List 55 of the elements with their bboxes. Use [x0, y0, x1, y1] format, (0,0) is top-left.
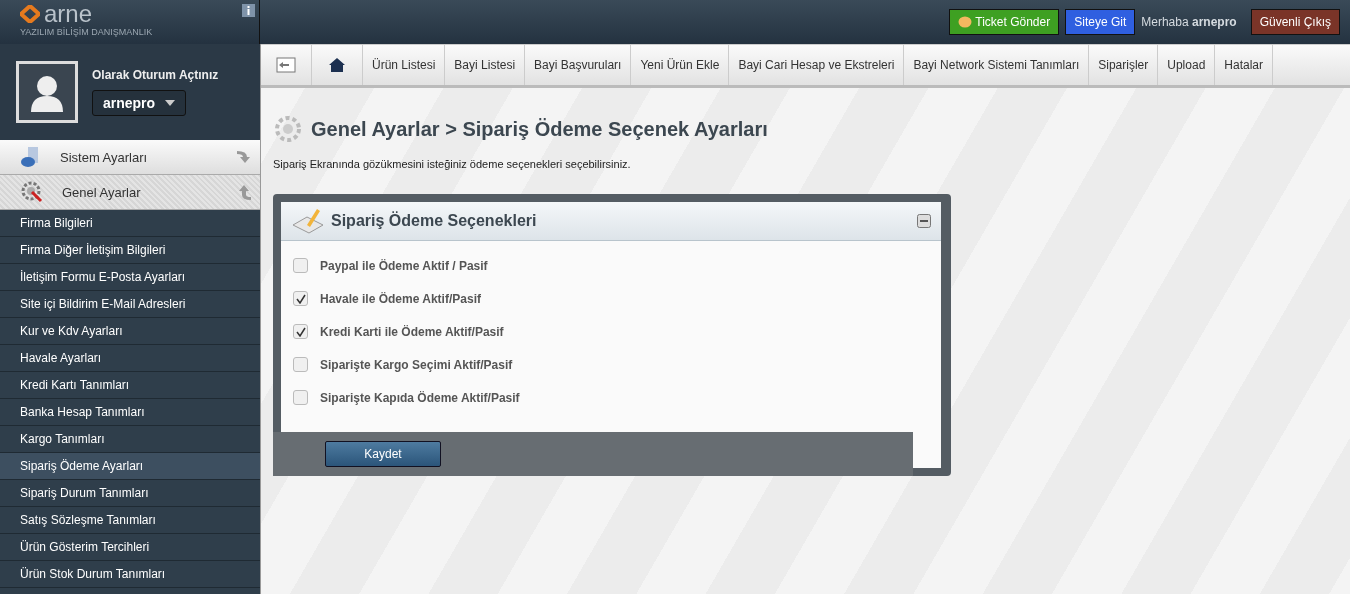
sidebar-item[interactable]: İletişim Formu E-Posta Ayarları — [0, 264, 260, 291]
option-label: Siparişte Kargo Seçimi Aktif/Pasif — [320, 357, 513, 372]
sidebar-item[interactable]: Firma Diğer İletişim Bilgileri — [0, 237, 260, 264]
back-icon[interactable] — [276, 57, 296, 73]
collapse-icon[interactable] — [917, 214, 931, 228]
checkbox[interactable] — [293, 357, 308, 372]
toolbar-tab[interactable]: Siparişler — [1089, 45, 1159, 85]
toolbar-tab[interactable]: Bayi Listesi — [445, 45, 526, 85]
sidebar-item[interactable]: Kredi Kartı Tanımları — [0, 372, 260, 399]
speech-bubble-icon — [958, 15, 973, 29]
sidebar-item[interactable]: Kur ve Kdv Ayarları — [0, 318, 260, 345]
option-label: Siparişte Kapıda Ödeme Aktif/Pasif — [320, 390, 520, 405]
toolbar-tab[interactable]: Ürün Listesi — [363, 45, 446, 85]
sidebar-item[interactable]: Ürün Stok Durum Tanımları — [0, 561, 260, 588]
gear-icon — [20, 180, 44, 204]
toolbar-tab[interactable]: Bayi Network Sistemi Tanımları — [904, 45, 1090, 85]
sidebar-item[interactable]: Satış Sözleşme Tanımları — [0, 507, 260, 534]
option-label: Kredi Karti ile Ödeme Aktif/Pasif — [320, 324, 504, 339]
toolbar-tab[interactable]: Upload — [1158, 45, 1216, 85]
option-label: Paypal ile Ödeme Aktif / Pasif — [320, 258, 488, 273]
sidebar-item[interactable]: Firma Bilgileri — [0, 210, 260, 237]
panel-title: Sipariş Ödeme Seçenekleri — [331, 212, 538, 230]
save-button[interactable]: Kaydet — [325, 441, 441, 467]
page-title: Genel Ayarlar > Sipariş Ödeme Seçenek Ayarları — [311, 117, 768, 141]
sidebar-item[interactable]: Sipariş Durum Tanımları — [0, 480, 260, 507]
sidebar-section[interactable]: Genel Ayarlar — [0, 175, 260, 210]
page-description: Sipariş Ekranında gözükmesini isteğiniz ödeme seçenekleri seçebilirsiniz. — [273, 158, 632, 170]
site-button[interactable]: Siteye Git — [1065, 9, 1136, 35]
logo-tagline: YAZILIM BİLİŞİM DANIŞMANLIK — [20, 27, 153, 37]
checkbox[interactable] — [293, 324, 308, 339]
toolbar-tab[interactable]: Bayi Cari Hesap ve Ekstreleri — [729, 45, 905, 85]
sidebar-item[interactable]: Sipariş Ödeme Ayarları — [0, 453, 260, 480]
sidebar-section[interactable]: Sistem Ayarları — [0, 140, 260, 175]
option-label: Havale ile Ödeme Aktif/Pasif — [320, 291, 481, 306]
sidebar-item[interactable]: Havale Ayarları — [0, 345, 260, 372]
toolbar-tab[interactable]: Hatalar — [1215, 45, 1273, 85]
caret-icon — [165, 100, 176, 106]
checkbox[interactable] — [293, 258, 308, 273]
sidebar-item[interactable]: Site içi Bildirim E-Mail Adresleri — [0, 291, 260, 318]
login-status: Olarak Oturum Açtınız — [92, 68, 219, 82]
logo: arne — [20, 4, 259, 24]
sidebar-item[interactable]: Banka Hesap Tanımları — [0, 399, 260, 426]
arrow-up-icon — [238, 183, 254, 201]
toolbar-tab[interactable]: Yeni Ürün Ekle — [631, 45, 730, 85]
avatar-icon — [16, 61, 78, 123]
gear-icon — [273, 114, 303, 144]
logout-button[interactable]: Güvenli Çıkış — [1250, 9, 1340, 35]
home-icon[interactable] — [328, 57, 346, 73]
greeting-text: Merhaba arnepro — [1141, 15, 1237, 29]
toolbar-tab[interactable]: Bayi Başvuruları — [525, 45, 632, 85]
notepad-pencil-icon — [291, 207, 325, 235]
sidebar-item[interactable]: Ürün Gösterim Tercihleri — [0, 534, 260, 561]
user-menu[interactable]: arnepro — [92, 90, 187, 116]
checkbox[interactable] — [293, 291, 308, 306]
checkbox[interactable] — [293, 390, 308, 405]
